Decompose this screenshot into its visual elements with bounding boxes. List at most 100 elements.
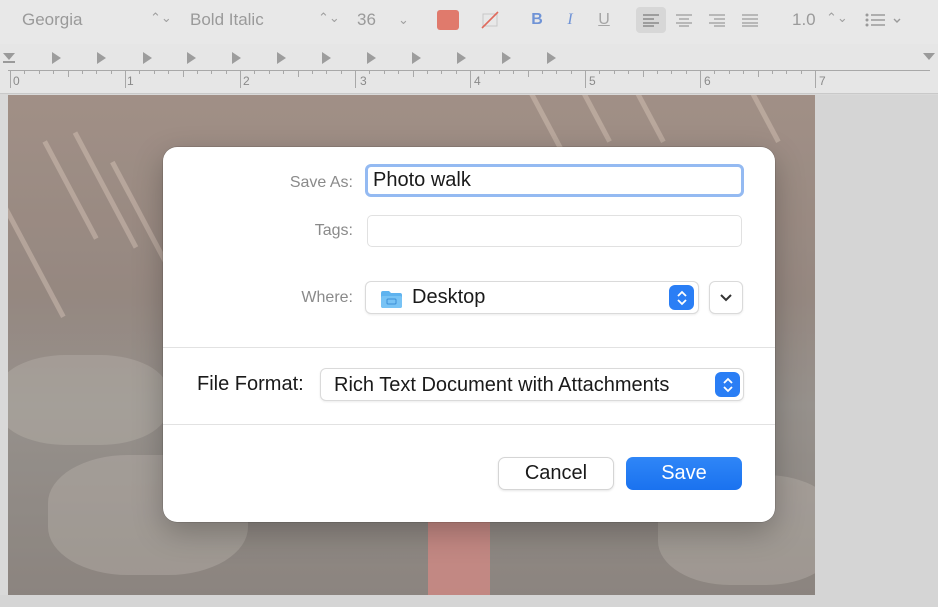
line-spacing-select[interactable]: 1.0	[792, 0, 816, 40]
format-toolbar: Georgia ⌃⌄ Bold Italic ⌃⌄ 36 ⌄ B I U 1.0…	[0, 0, 938, 44]
ruler-number: 0	[13, 74, 20, 88]
ruler-number: 1	[127, 74, 134, 88]
ruler-tick	[815, 70, 816, 88]
align-left-button[interactable]	[636, 7, 666, 33]
tab-stop-marker[interactable]	[547, 52, 556, 64]
italic-label: I	[567, 11, 573, 28]
align-center-icon	[676, 14, 692, 27]
ruler-tick	[10, 70, 11, 88]
expand-dialog-button[interactable]	[709, 281, 743, 314]
ruler-number: 3	[360, 74, 367, 88]
file-format-stepper-icon[interactable]	[715, 372, 740, 397]
ruler-tick	[240, 70, 241, 88]
file-format-label: File Format:	[197, 373, 304, 395]
where-stepper-icon[interactable]	[669, 285, 694, 310]
ruler-number: 5	[589, 74, 596, 88]
ruler-tick	[642, 70, 644, 77]
ruler-tick	[714, 70, 716, 74]
dialog-divider	[163, 424, 775, 425]
ruler-tick	[182, 70, 184, 77]
ruler-tick	[728, 70, 730, 74]
tab-stop-marker[interactable]	[97, 52, 106, 64]
first-line-indent-icon[interactable]	[2, 52, 16, 64]
line-spacing-value: 1.0	[792, 10, 816, 29]
ruler[interactable]: 0 1 2 3 4 5 6 7	[0, 44, 938, 94]
ruler-tick	[498, 70, 500, 74]
ruler-tick	[211, 70, 213, 74]
alignment-control	[636, 7, 766, 33]
font-family-stepper-icon[interactable]: ⌃⌄	[150, 10, 172, 26]
tags-input[interactable]	[367, 215, 742, 247]
right-indent-icon[interactable]	[922, 52, 936, 64]
save-as-input[interactable]: Photo walk	[365, 164, 744, 197]
tab-stop-marker[interactable]	[457, 52, 466, 64]
ruler-number: 2	[243, 74, 250, 88]
align-right-button[interactable]	[702, 7, 732, 33]
save-as-value: Photo walk	[373, 169, 471, 191]
list-bullets-icon	[865, 13, 901, 27]
ruler-tick	[441, 70, 443, 74]
ruler-tick	[556, 70, 558, 74]
bold-label: B	[531, 11, 543, 28]
dialog-divider	[163, 347, 775, 348]
align-justify-button[interactable]	[735, 7, 765, 33]
ruler-tick	[268, 70, 270, 74]
tab-stop-marker[interactable]	[412, 52, 421, 64]
ruler-baseline	[8, 70, 930, 71]
background-color-none-icon[interactable]	[478, 8, 502, 32]
ruler-tick	[426, 70, 428, 74]
tab-stop-marker[interactable]	[502, 52, 511, 64]
ruler-tick	[196, 70, 198, 74]
ruler-tick	[96, 70, 98, 74]
italic-button[interactable]: I	[558, 8, 582, 32]
tab-stop-marker[interactable]	[52, 52, 61, 64]
ruler-tick	[225, 70, 227, 74]
tab-stop-marker[interactable]	[187, 52, 196, 64]
ruler-tick	[125, 70, 126, 88]
ruler-tick	[53, 70, 55, 74]
font-style-stepper-icon[interactable]: ⌃⌄	[318, 10, 340, 26]
font-size-field[interactable]: 36	[357, 0, 376, 40]
ruler-tick	[656, 70, 658, 74]
align-center-button[interactable]	[669, 7, 699, 33]
underline-button[interactable]: U	[592, 8, 616, 32]
file-format-value: Rich Text Document with Attachments	[334, 374, 670, 396]
list-style-button[interactable]	[864, 8, 904, 32]
ruler-tick	[254, 70, 256, 74]
tab-stop-marker[interactable]	[277, 52, 286, 64]
bold-button[interactable]: B	[525, 8, 549, 32]
ruler-tick	[67, 70, 69, 77]
font-family-value: Georgia	[22, 10, 83, 29]
ruler-tick	[484, 70, 486, 74]
ruler-number: 7	[819, 74, 826, 88]
font-size-chevron-down-icon[interactable]: ⌄	[398, 12, 409, 28]
ruler-tick	[38, 70, 40, 74]
font-family-select[interactable]: Georgia	[22, 0, 82, 40]
tab-stop-marker[interactable]	[367, 52, 376, 64]
line-spacing-stepper-icon[interactable]: ⌃⌄	[826, 10, 848, 26]
font-style-select[interactable]: Bold Italic	[190, 0, 264, 40]
where-value: Desktop	[412, 286, 486, 308]
tab-stop-marker[interactable]	[143, 52, 152, 64]
font-size-value: 36	[357, 10, 376, 29]
underline-label: U	[598, 11, 610, 28]
save-button[interactable]: Save	[626, 457, 742, 490]
where-select[interactable]: Desktop	[365, 281, 699, 314]
tab-stop-marker[interactable]	[232, 52, 241, 64]
ruler-tick	[297, 70, 299, 77]
ruler-tick	[628, 70, 630, 74]
text-color-swatch[interactable]	[437, 10, 459, 30]
ruler-tick	[541, 70, 543, 74]
ruler-tick	[110, 70, 112, 74]
ruler-tick	[757, 70, 759, 77]
tab-stop-marker[interactable]	[322, 52, 331, 64]
ruler-number: 4	[474, 74, 481, 88]
ruler-tick	[168, 70, 170, 74]
ruler-tick	[527, 70, 529, 77]
ruler-number: 6	[704, 74, 711, 88]
save-dialog: Save As: Photo walk Tags: Where: Desktop…	[163, 147, 775, 522]
align-right-icon	[709, 14, 725, 27]
font-style-value: Bold Italic	[190, 10, 264, 29]
cancel-button[interactable]: Cancel	[498, 457, 614, 490]
file-format-select[interactable]: Rich Text Document with Attachments	[320, 368, 744, 401]
